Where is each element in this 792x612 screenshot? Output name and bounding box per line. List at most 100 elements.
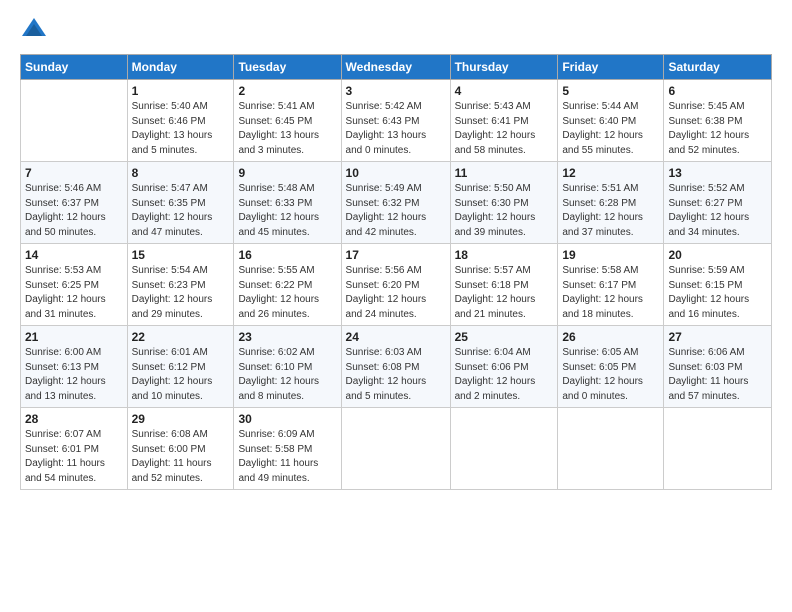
day-cell: 26 Sunrise: 6:05 AMSunset: 6:05 PMDayligh… [558, 326, 664, 408]
day-info: Sunrise: 5:53 AMSunset: 6:25 PMDaylight:… [25, 264, 123, 322]
day-cell: 11 Sunrise: 5:50 AMSunset: 6:30 PMDayligh… [450, 162, 558, 244]
day-cell: 16 Sunrise: 5:55 AMSunset: 6:22 PMDayligh… [234, 244, 341, 326]
day-number: 19 [562, 248, 659, 262]
day-number: 27 [668, 330, 767, 344]
week-row-5: 28 Sunrise: 6:07 AMSunset: 6:01 PMDayligh… [21, 408, 772, 490]
calendar-table: SundayMondayTuesdayWednesdayThursdayFrid… [20, 54, 772, 490]
day-info: Sunrise: 5:56 AMSunset: 6:20 PMDaylight:… [346, 264, 446, 322]
day-cell: 24 Sunrise: 6:03 AMSunset: 6:08 PMDayligh… [341, 326, 450, 408]
page: SundayMondayTuesdayWednesdayThursdayFrid… [0, 0, 792, 612]
day-info: Sunrise: 5:48 AMSunset: 6:33 PMDaylight:… [238, 182, 336, 240]
day-cell: 18 Sunrise: 5:57 AMSunset: 6:18 PMDayligh… [450, 244, 558, 326]
day-cell [558, 408, 664, 490]
day-info: Sunrise: 5:43 AMSunset: 6:41 PMDaylight:… [455, 100, 554, 158]
day-number: 26 [562, 330, 659, 344]
day-cell: 1Sunrise: 5:40 AMSunset: 6:46 PMDaylight… [127, 80, 234, 162]
day-cell: 2 Sunrise: 5:41 AMSunset: 6:45 PMDaylight… [234, 80, 341, 162]
weekday-saturday: Saturday [664, 55, 772, 80]
day-info: Sunrise: 5:59 AMSunset: 6:15 PMDaylight:… [668, 264, 767, 322]
day-number: 11 [455, 166, 554, 180]
day-info: Sunrise: 6:06 AMSunset: 6:03 PMDaylight:… [668, 346, 767, 404]
week-row-4: 21Sunrise: 6:00 AMSunset: 6:13 PMDayligh… [21, 326, 772, 408]
day-cell: 30Sunrise: 6:09 AMSunset: 5:58 PMDayligh… [234, 408, 341, 490]
day-number: 6 [668, 84, 767, 98]
day-number: 5 [562, 84, 659, 98]
day-info: Sunrise: 6:05 AMSunset: 6:05 PMDaylight:… [562, 346, 659, 404]
day-info: Sunrise: 5:52 AMSunset: 6:27 PMDaylight:… [668, 182, 767, 240]
day-cell: 21Sunrise: 6:00 AMSunset: 6:13 PMDayligh… [21, 326, 128, 408]
day-cell [21, 80, 128, 162]
weekday-monday: Monday [127, 55, 234, 80]
weekday-wednesday: Wednesday [341, 55, 450, 80]
day-info: Sunrise: 5:58 AMSunset: 6:17 PMDaylight:… [562, 264, 659, 322]
day-info: Sunrise: 6:04 AMSunset: 6:06 PMDaylight:… [455, 346, 554, 404]
day-number: 9 [238, 166, 336, 180]
day-cell: 3 Sunrise: 5:42 AMSunset: 6:43 PMDaylight… [341, 80, 450, 162]
day-cell: 14Sunrise: 5:53 AMSunset: 6:25 PMDayligh… [21, 244, 128, 326]
day-number: 3 [346, 84, 446, 98]
day-info: Sunrise: 6:08 AMSunset: 6:00 PMDaylight:… [132, 428, 230, 486]
day-info: Sunrise: 5:42 AMSunset: 6:43 PMDaylight:… [346, 100, 446, 158]
week-row-3: 14Sunrise: 5:53 AMSunset: 6:25 PMDayligh… [21, 244, 772, 326]
day-number: 16 [238, 248, 336, 262]
day-cell: 12 Sunrise: 5:51 AMSunset: 6:28 PMDayligh… [558, 162, 664, 244]
day-info: Sunrise: 5:55 AMSunset: 6:22 PMDaylight:… [238, 264, 336, 322]
day-number: 8 [132, 166, 230, 180]
day-cell: 17Sunrise: 5:56 AMSunset: 6:20 PMDayligh… [341, 244, 450, 326]
day-number: 2 [238, 84, 336, 98]
day-cell [450, 408, 558, 490]
day-info: Sunrise: 6:07 AMSunset: 6:01 PMDaylight:… [25, 428, 123, 486]
day-cell: 29 Sunrise: 6:08 AMSunset: 6:00 PMDayligh… [127, 408, 234, 490]
day-cell: 4 Sunrise: 5:43 AMSunset: 6:41 PMDaylight… [450, 80, 558, 162]
day-cell: 22Sunrise: 6:01 AMSunset: 6:12 PMDayligh… [127, 326, 234, 408]
day-cell: 13Sunrise: 5:52 AMSunset: 6:27 PMDayligh… [664, 162, 772, 244]
day-number: 7 [25, 166, 123, 180]
day-info: Sunrise: 5:49 AMSunset: 6:32 PMDaylight:… [346, 182, 446, 240]
day-number: 28 [25, 412, 123, 426]
day-number: 18 [455, 248, 554, 262]
day-info: Sunrise: 5:46 AMSunset: 6:37 PMDaylight:… [25, 182, 123, 240]
day-number: 25 [455, 330, 554, 344]
day-number: 21 [25, 330, 123, 344]
weekday-tuesday: Tuesday [234, 55, 341, 80]
day-cell [341, 408, 450, 490]
day-cell: 25 Sunrise: 6:04 AMSunset: 6:06 PMDayligh… [450, 326, 558, 408]
day-number: 20 [668, 248, 767, 262]
day-cell [664, 408, 772, 490]
weekday-friday: Friday [558, 55, 664, 80]
day-cell: 7 Sunrise: 5:46 AMSunset: 6:37 PMDaylight… [21, 162, 128, 244]
day-number: 10 [346, 166, 446, 180]
day-info: Sunrise: 5:44 AMSunset: 6:40 PMDaylight:… [562, 100, 659, 158]
day-info: Sunrise: 5:51 AMSunset: 6:28 PMDaylight:… [562, 182, 659, 240]
day-info: Sunrise: 5:50 AMSunset: 6:30 PMDaylight:… [455, 182, 554, 240]
day-info: Sunrise: 5:45 AMSunset: 6:38 PMDaylight:… [668, 100, 767, 158]
day-cell: 6 Sunrise: 5:45 AMSunset: 6:38 PMDaylight… [664, 80, 772, 162]
day-number: 23 [238, 330, 336, 344]
day-info: Sunrise: 6:01 AMSunset: 6:12 PMDaylight:… [132, 346, 230, 404]
day-cell: 9 Sunrise: 5:48 AMSunset: 6:33 PMDaylight… [234, 162, 341, 244]
day-cell: 8 Sunrise: 5:47 AMSunset: 6:35 PMDaylight… [127, 162, 234, 244]
day-cell: 5 Sunrise: 5:44 AMSunset: 6:40 PMDaylight… [558, 80, 664, 162]
day-cell: 10 Sunrise: 5:49 AMSunset: 6:32 PMDayligh… [341, 162, 450, 244]
header [20, 16, 772, 44]
day-info: Sunrise: 5:57 AMSunset: 6:18 PMDaylight:… [455, 264, 554, 322]
day-cell: 27 Sunrise: 6:06 AMSunset: 6:03 PMDayligh… [664, 326, 772, 408]
weekday-sunday: Sunday [21, 55, 128, 80]
logo-icon [20, 16, 48, 44]
day-info: Sunrise: 5:54 AMSunset: 6:23 PMDaylight:… [132, 264, 230, 322]
day-number: 12 [562, 166, 659, 180]
day-number: 1 [132, 84, 230, 98]
day-cell: 28 Sunrise: 6:07 AMSunset: 6:01 PMDayligh… [21, 408, 128, 490]
day-number: 24 [346, 330, 446, 344]
day-info: Sunrise: 6:03 AMSunset: 6:08 PMDaylight:… [346, 346, 446, 404]
day-info: Sunrise: 5:47 AMSunset: 6:35 PMDaylight:… [132, 182, 230, 240]
day-number: 29 [132, 412, 230, 426]
day-number: 4 [455, 84, 554, 98]
day-cell: 20 Sunrise: 5:59 AMSunset: 6:15 PMDayligh… [664, 244, 772, 326]
day-cell: 15Sunrise: 5:54 AMSunset: 6:23 PMDayligh… [127, 244, 234, 326]
logo [20, 16, 52, 44]
weekday-header-row: SundayMondayTuesdayWednesdayThursdayFrid… [21, 55, 772, 80]
day-info: Sunrise: 5:41 AMSunset: 6:45 PMDaylight:… [238, 100, 336, 158]
day-cell: 23Sunrise: 6:02 AMSunset: 6:10 PMDayligh… [234, 326, 341, 408]
day-info: Sunrise: 6:09 AMSunset: 5:58 PMDaylight:… [238, 428, 336, 486]
